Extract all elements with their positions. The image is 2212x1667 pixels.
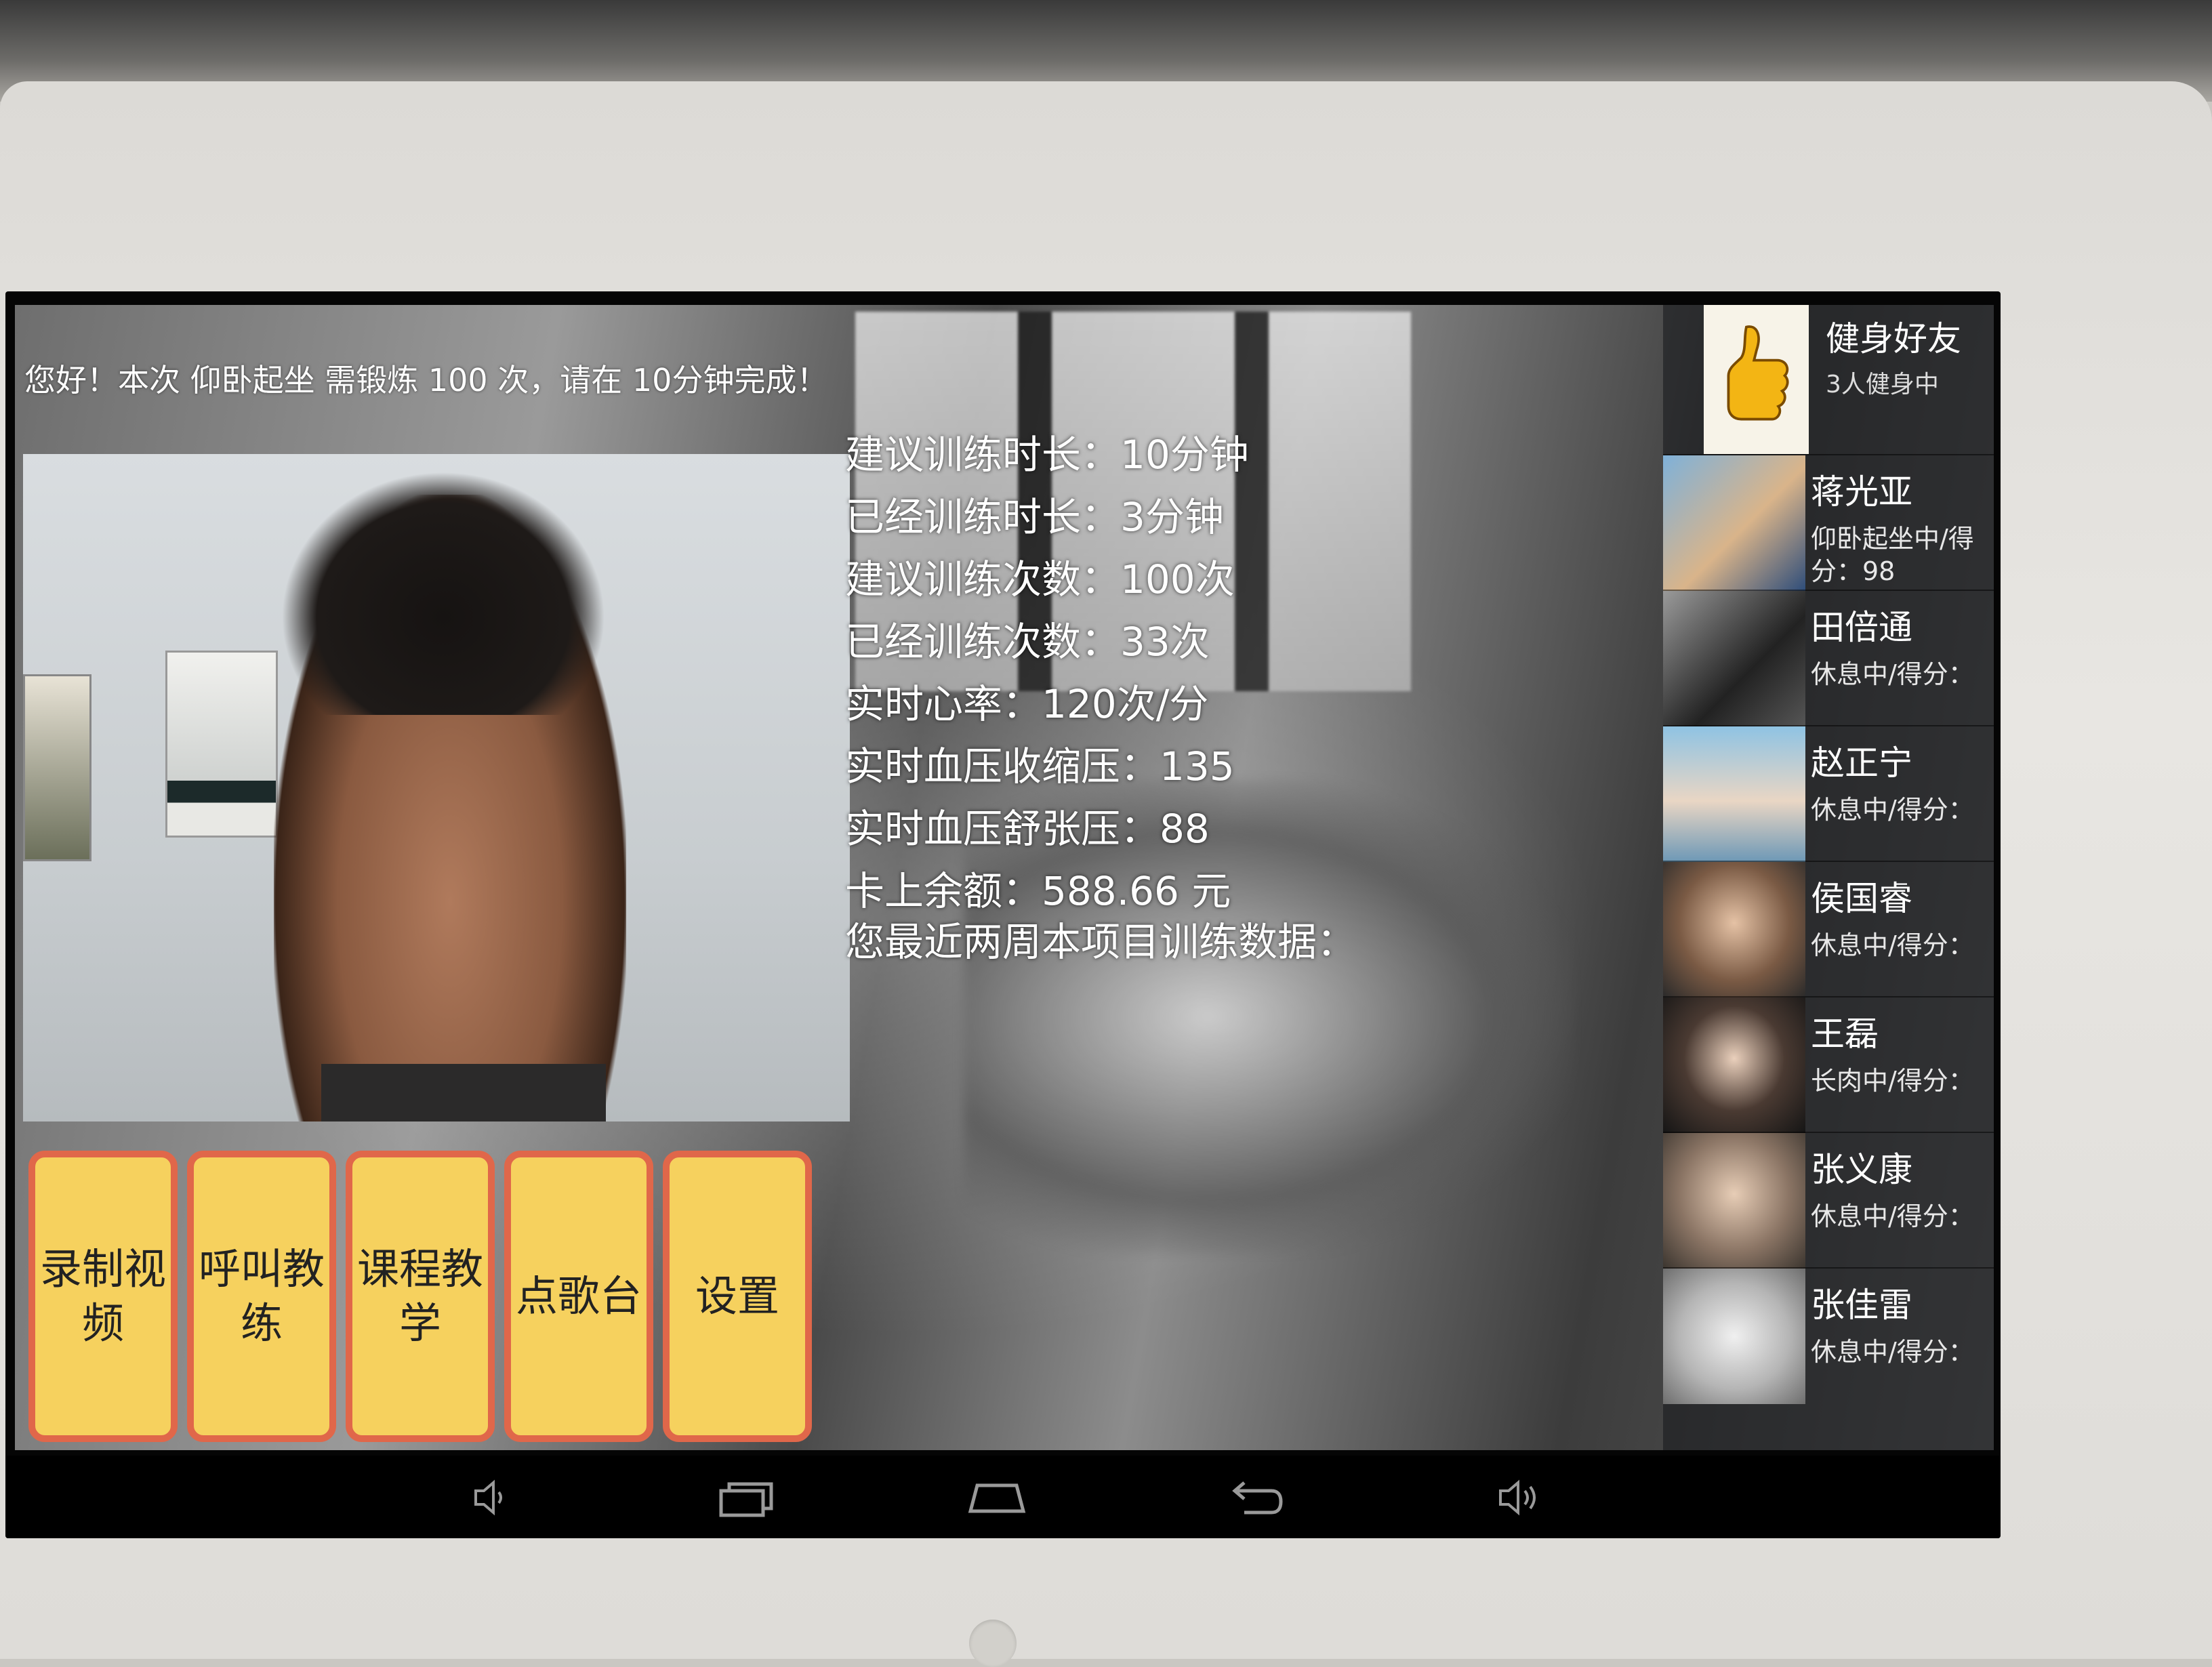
tablet-home-indicator [969, 1620, 1017, 1667]
jukebox-button[interactable]: 点歌台 [504, 1151, 653, 1442]
friends-online-count: 3人健身中 [1826, 371, 1939, 398]
friend-name: 赵正宁 [1811, 743, 1912, 783]
friend-avatar [1663, 726, 1805, 862]
friend-name: 张佳雷 [1811, 1285, 1912, 1325]
course-teaching-button[interactable]: 课程教学 [346, 1151, 495, 1442]
friend-row[interactable]: 张义康 休息中/得分： [1663, 1132, 1994, 1269]
camera-user-hair [281, 471, 606, 715]
home-icon[interactable] [966, 1470, 1027, 1525]
call-coach-button[interactable]: 呼叫教练 [187, 1151, 336, 1442]
stat-systolic-pressure: 实时血压收缩压：135 [845, 743, 1235, 789]
friends-header: 健身好友 3人健身中 [1663, 305, 1994, 454]
friend-row[interactable]: 田倍通 休息中/得分： [1663, 590, 1994, 726]
friend-row[interactable]: 赵正宁 休息中/得分： [1663, 725, 1994, 862]
stat-card-balance: 卡上余额：588.66 元 [845, 868, 1231, 914]
friend-score: 分：98 [1811, 556, 1896, 586]
training-stats: 建议训练时长：10分钟 已经训练时长：3分钟 建议训练次数：100次 已经训练次… [845, 424, 1523, 966]
friends-title: 健身好友 [1826, 319, 1961, 358]
friend-status: 休息中/得分： [1811, 1201, 1974, 1231]
friend-row[interactable]: 王磊 长肉中/得分： [1663, 996, 1994, 1133]
friend-status: 休息中/得分： [1811, 795, 1974, 825]
stat-heart-rate: 实时心率：120次/分 [845, 681, 1209, 727]
tablet-screen: 您好！本次 仰卧起坐 需锻炼 100 次，请在 10分钟完成！ 建议训练时长：1… [5, 291, 2001, 1538]
stat-diastolic-pressure: 实时血压舒张压：88 [845, 806, 1210, 852]
friend-avatar [1663, 591, 1805, 726]
back-icon[interactable] [1224, 1470, 1285, 1525]
fitness-app: 您好！本次 仰卧起坐 需锻炼 100 次，请在 10分钟完成！ 建议训练时长：1… [15, 305, 1994, 1450]
thumbs-up-icon [1704, 305, 1809, 454]
volume-down-icon[interactable] [461, 1470, 522, 1525]
friend-name: 蒋光亚 [1811, 472, 1912, 512]
stat-trained-reps: 已经训练次数：33次 [845, 619, 1210, 665]
friend-avatar [1663, 1133, 1805, 1269]
friend-name: 田倍通 [1811, 608, 1912, 647]
stat-trained-duration: 已经训练时长：3分钟 [845, 494, 1224, 540]
exercise-notice: 您好！本次 仰卧起坐 需锻炼 100 次，请在 10分钟完成！ [24, 362, 828, 398]
friend-row[interactable]: 侯国睿 休息中/得分： [1663, 861, 1994, 997]
friend-row[interactable]: 蒋光亚 仰卧起坐中/得 分：98 [1663, 454, 1994, 591]
friend-avatar [1663, 1269, 1805, 1404]
friend-row[interactable]: 张佳雷 休息中/得分： [1663, 1267, 1994, 1404]
recent-apps-icon[interactable] [714, 1470, 775, 1525]
camera-wall-painting [23, 674, 91, 861]
friend-name: 张义康 [1811, 1150, 1912, 1189]
friend-status: 休息中/得分： [1811, 659, 1974, 689]
friend-name: 侯国睿 [1811, 879, 1912, 918]
friend-status: 仰卧起坐中/得 [1811, 524, 1974, 554]
stat-suggested-duration: 建议训练时长：10分钟 [845, 432, 1249, 478]
friend-name: 王磊 [1811, 1014, 1879, 1054]
record-video-button[interactable]: 录制视频 [28, 1151, 178, 1442]
friend-status: 休息中/得分： [1811, 1337, 1974, 1367]
stat-suggested-reps: 建议训练次数：100次 [845, 556, 1235, 602]
friend-status: 休息中/得分： [1811, 930, 1974, 960]
settings-button[interactable]: 设置 [663, 1151, 812, 1442]
friend-avatar [1663, 997, 1805, 1133]
stat-recent-data-label: 您最近两周本项目训练数据： [845, 919, 1357, 965]
action-bar: 录制视频 呼叫教练 课程教学 点歌台 设置 [28, 1151, 855, 1449]
volume-up-icon[interactable] [1490, 1470, 1551, 1525]
camera-user-shirt [321, 1064, 606, 1121]
friend-avatar [1663, 455, 1805, 591]
camera-wall-painting [165, 651, 278, 838]
fitness-friends-panel: 健身好友 3人健身中 蒋光亚 仰卧起坐中/得 分：98 田倍通 休息中/得分： … [1663, 305, 1994, 1450]
friend-status: 长肉中/得分： [1811, 1066, 1974, 1096]
camera-preview [23, 454, 850, 1121]
friend-avatar [1663, 862, 1805, 997]
android-navigation-bar [5, 1456, 2001, 1538]
